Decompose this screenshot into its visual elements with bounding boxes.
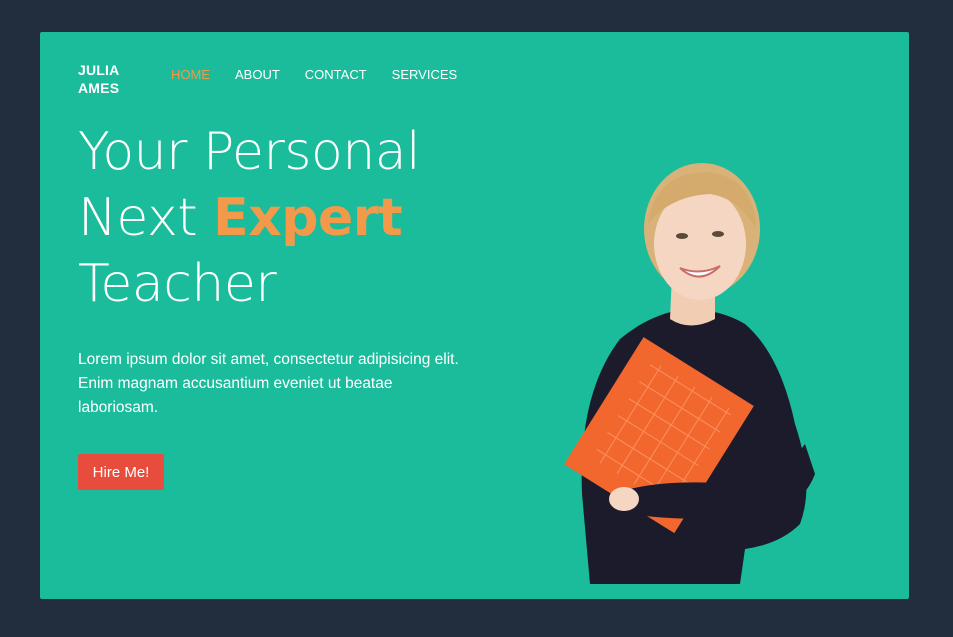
teacher-portrait-image xyxy=(564,163,815,584)
main-nav: HOME ABOUT CONTACT SERVICES xyxy=(171,67,482,82)
nav-item-contact[interactable]: CONTACT xyxy=(305,67,367,82)
nav-item-about[interactable]: ABOUT xyxy=(235,67,280,82)
headline-line-3: Teacher xyxy=(78,254,277,314)
hero-headline: Your Personal Next Expert Teacher xyxy=(78,119,421,317)
headline-line-1: Your Personal xyxy=(78,122,421,182)
nav-item-home[interactable]: HOME xyxy=(171,67,210,82)
headline-accent: Expert xyxy=(213,188,403,248)
logo-line-1: JULIA xyxy=(78,62,120,78)
hero-lead-text: Lorem ipsum dolor sit amet, consectetur … xyxy=(78,351,459,416)
hire-me-button[interactable]: Hire Me! xyxy=(78,454,164,490)
logo-line-2: AMES xyxy=(78,80,120,96)
headline-line-2: Next Expert xyxy=(78,185,420,251)
hero-card: JULIA AMES HOME ABOUT CONTACT SERVICES Y… xyxy=(40,32,909,599)
nav-item-services[interactable]: SERVICES xyxy=(392,67,458,82)
site-logo[interactable]: JULIA AMES xyxy=(78,61,119,97)
headline-line-2-prefix: Next xyxy=(78,188,214,248)
